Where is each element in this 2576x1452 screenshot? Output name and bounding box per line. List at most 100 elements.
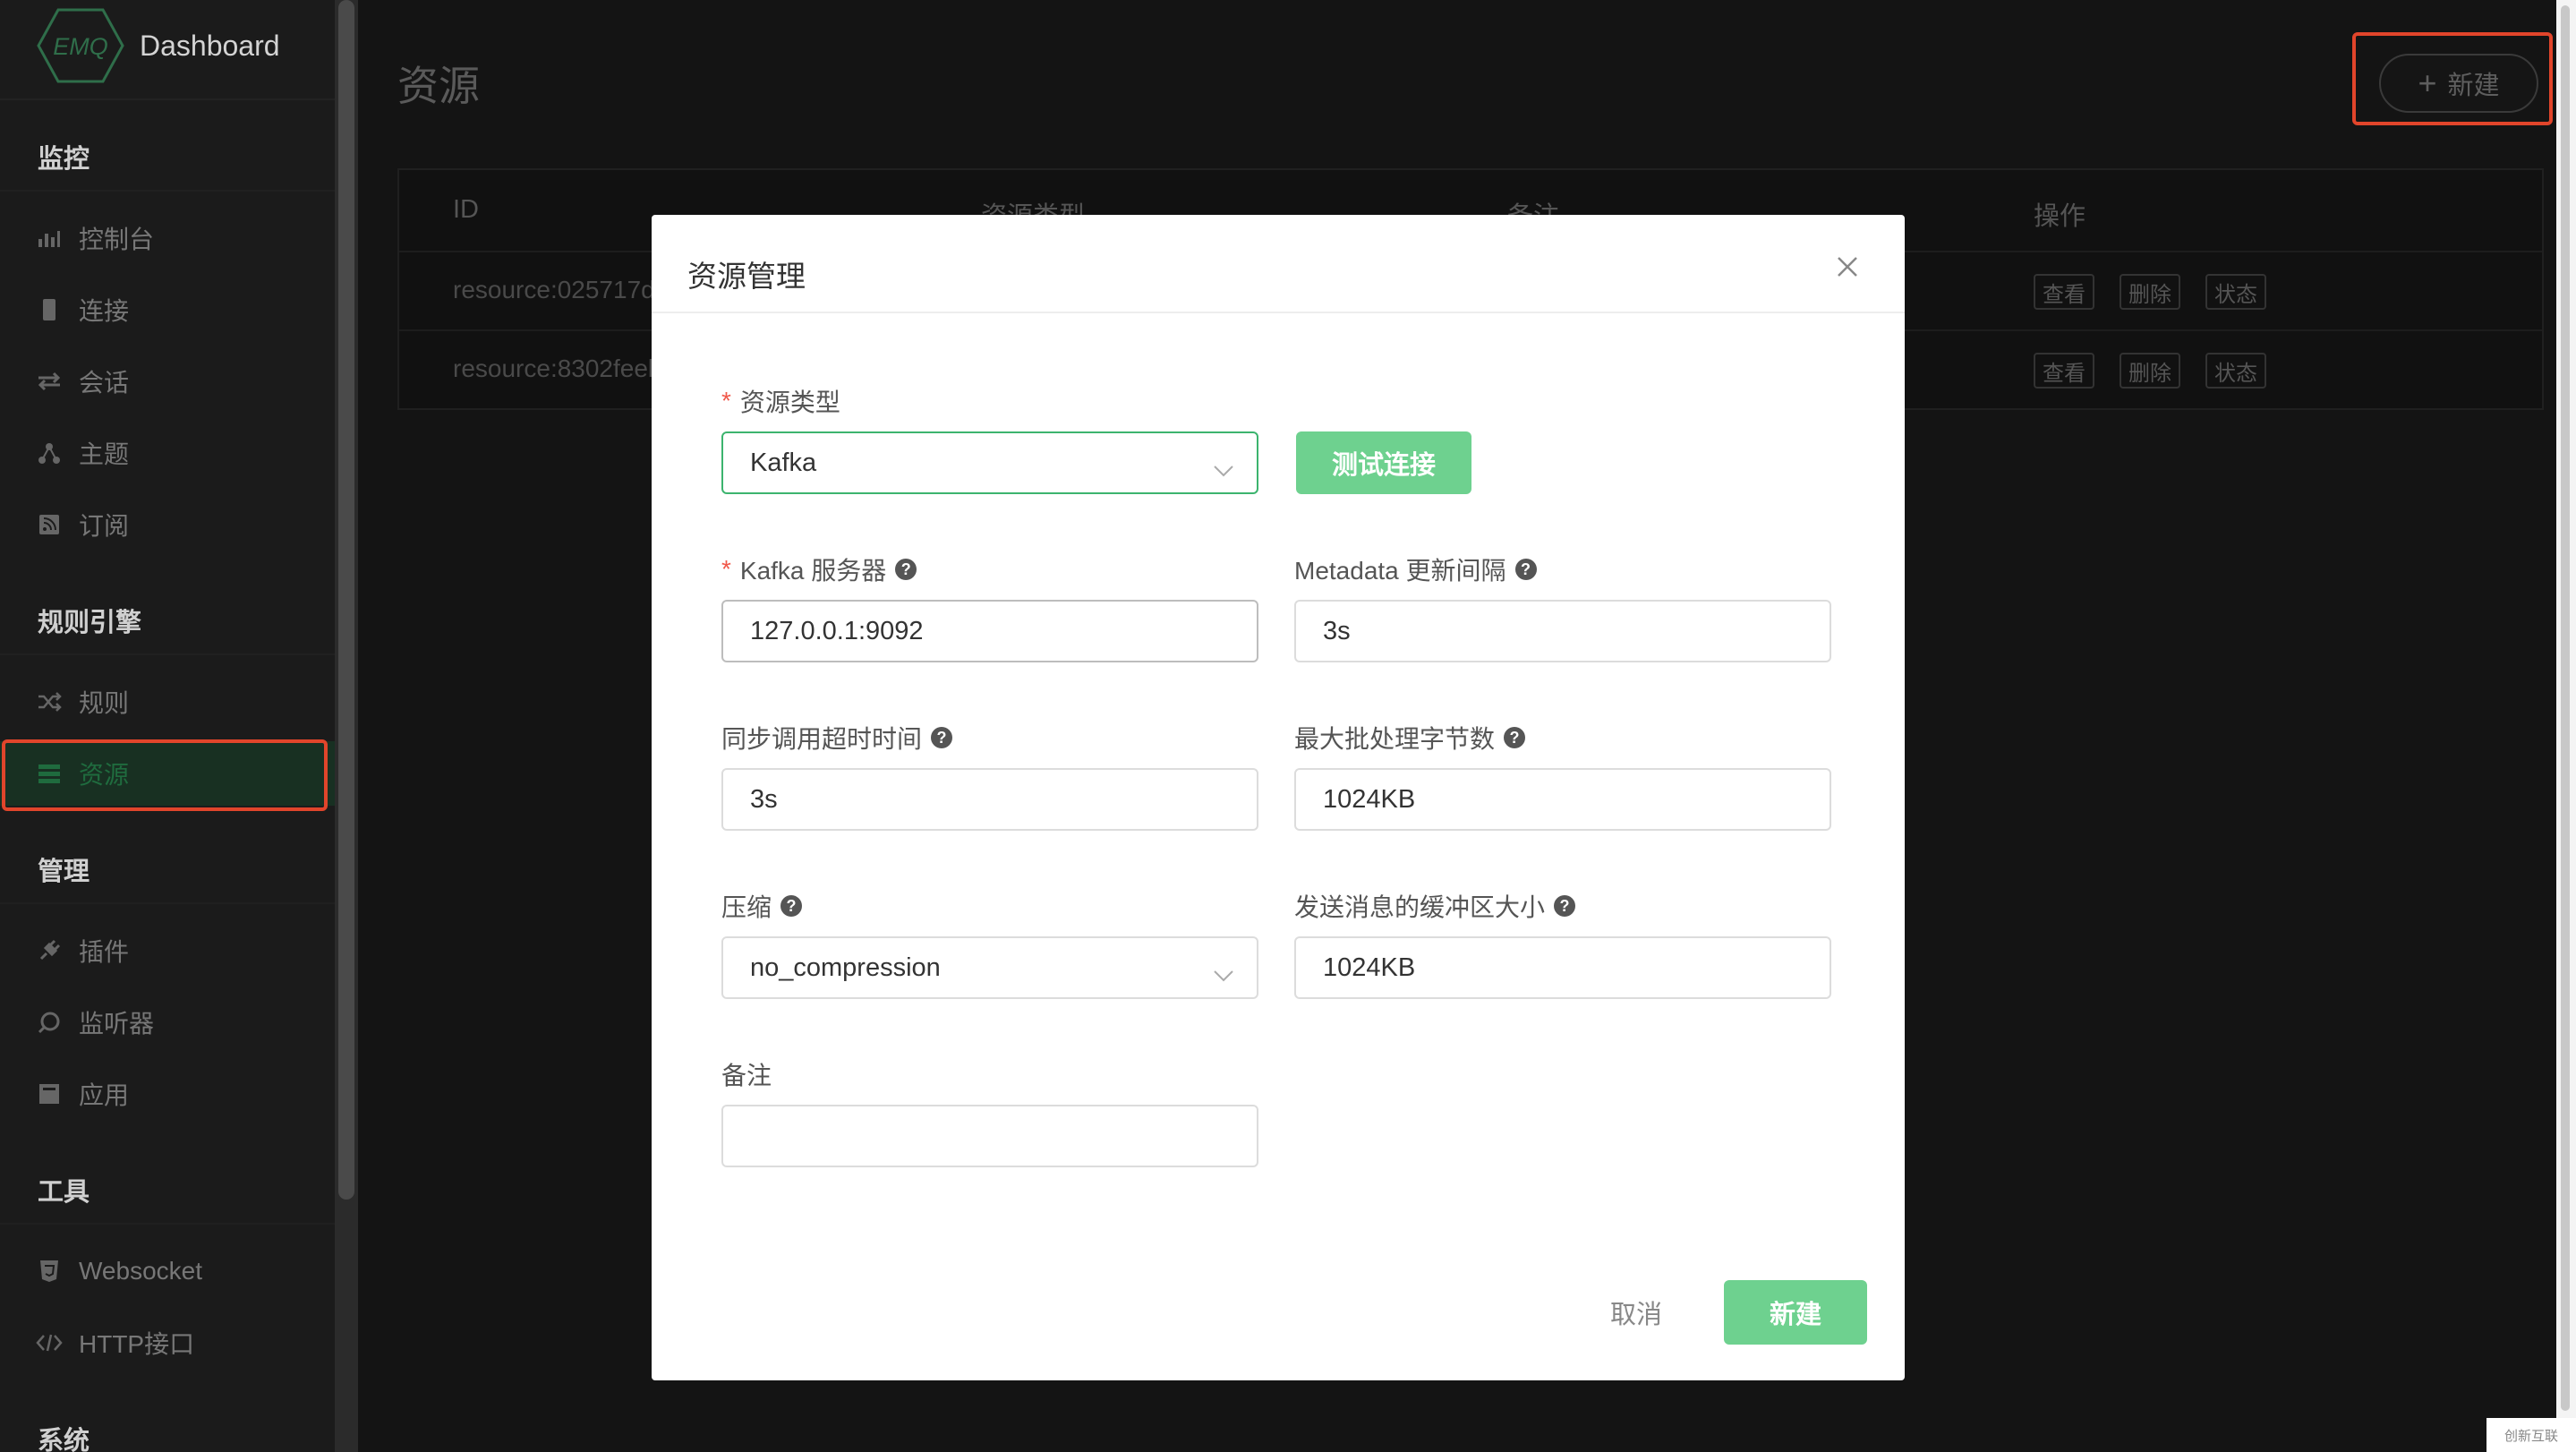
- sync-timeout-label-text: 同步调用超时时间: [721, 725, 923, 753]
- metadata-interval-value: 3s: [1323, 616, 1351, 645]
- sidebar-item-label: Websocket: [79, 1257, 202, 1285]
- resource-type-label-text: 资源类型: [739, 389, 840, 416]
- listener-icon: [36, 1009, 63, 1036]
- sync-timeout-input[interactable]: 3s: [721, 768, 1258, 831]
- html5-icon: [36, 1258, 63, 1285]
- max-batch-bytes-label: 最大批处理字节数 ?: [1294, 720, 1526, 756]
- sidebar-item-http-api[interactable]: HTTP接口: [0, 1311, 335, 1375]
- resource-type-select[interactable]: Kafka: [721, 431, 1258, 494]
- submit-button[interactable]: 新建: [1724, 1280, 1867, 1345]
- max-batch-bytes-value: 1024KB: [1323, 784, 1416, 814]
- required-mark: *: [721, 555, 731, 583]
- sidebar-item-label: 订阅: [79, 512, 130, 540]
- compression-label: 压缩 ?: [721, 888, 803, 924]
- kafka-server-label: * Kafka 服务器 ?: [721, 551, 917, 587]
- help-icon[interactable]: ?: [780, 895, 803, 917]
- watermark-text: 创新互联: [2503, 1428, 2558, 1444]
- sync-timeout-value: 3s: [750, 784, 778, 814]
- sidebar-item-topics[interactable]: 主题: [0, 421, 335, 485]
- page-title: 资源: [397, 63, 480, 109]
- sidebar-item-label: 控制台: [79, 226, 155, 253]
- compression-select[interactable]: no_compression: [721, 936, 1258, 999]
- send-buffer-label-text: 发送消息的缓冲区大小: [1294, 893, 1546, 921]
- metadata-interval-input[interactable]: 3s: [1294, 600, 1831, 662]
- status-button[interactable]: 状态: [2205, 274, 2266, 310]
- shuffle-icon: [36, 688, 63, 715]
- rss-icon: [36, 511, 63, 538]
- max-batch-bytes-input[interactable]: 1024KB: [1294, 768, 1831, 831]
- help-icon[interactable]: ?: [895, 559, 917, 580]
- view-button[interactable]: 查看: [2034, 274, 2094, 310]
- sidebar-item-plugins[interactable]: 插件: [0, 918, 335, 983]
- sidebar-item-subscriptions[interactable]: 订阅: [0, 492, 335, 557]
- sidebar-item-label: 规则: [79, 689, 130, 717]
- phone-icon: [36, 296, 63, 323]
- logo-mark-text: EMQ: [53, 33, 108, 60]
- metadata-interval-label: Metadata 更新间隔 ?: [1294, 551, 1537, 587]
- required-mark: *: [721, 387, 731, 414]
- status-button[interactable]: 状态: [2205, 353, 2266, 389]
- max-batch-bytes-label-text: 最大批处理字节数: [1294, 725, 1496, 753]
- divider: [0, 98, 335, 100]
- sidebar-item-rules[interactable]: 规则: [0, 670, 335, 734]
- divider: [652, 312, 1905, 313]
- divider: [0, 902, 335, 904]
- sidebar-item-label: 插件: [79, 938, 130, 966]
- column-header-id: ID: [453, 195, 479, 224]
- view-button[interactable]: 查看: [2034, 353, 2094, 389]
- logo[interactable]: EMQ Dashboard: [36, 5, 280, 86]
- compression-label-text: 压缩: [721, 893, 772, 921]
- kafka-server-input[interactable]: 127.0.0.1:9092: [721, 600, 1258, 662]
- chevron-down-icon: [1214, 455, 1233, 484]
- app-title: Dashboard: [140, 29, 280, 62]
- section-title-monitor: 监控: [38, 145, 90, 174]
- help-icon[interactable]: ?: [1504, 727, 1526, 748]
- sidebar-scrollbar-thumb[interactable]: [338, 0, 354, 1200]
- send-buffer-input[interactable]: 1024KB: [1294, 936, 1831, 999]
- dialog-title: 资源管理: [687, 260, 806, 293]
- row-id[interactable]: resource:8302feeb: [453, 354, 662, 383]
- remark-label-text: 备注: [721, 1062, 772, 1089]
- sidebar-item-listeners[interactable]: 监听器: [0, 990, 335, 1055]
- topic-icon: [36, 440, 63, 466]
- help-icon[interactable]: ?: [1514, 559, 1537, 580]
- resource-dialog: 资源管理 * 资源类型 Kafka 测试连接 * Kafka 服务器 ? 127…: [652, 215, 1905, 1380]
- resource-type-label: * 资源类型: [721, 383, 840, 419]
- help-icon[interactable]: ?: [1554, 895, 1576, 917]
- send-buffer-label: 发送消息的缓冲区大小 ?: [1294, 888, 1576, 924]
- test-connection-button[interactable]: 测试连接: [1296, 431, 1471, 494]
- sidebar-item-applications[interactable]: 应用: [0, 1062, 335, 1126]
- help-icon[interactable]: ?: [931, 727, 953, 748]
- sidebar-item-sessions[interactable]: 会话: [0, 349, 335, 414]
- divider: [0, 653, 335, 655]
- sidebar-item-label: 监听器: [79, 1010, 155, 1038]
- metadata-interval-label-text: Metadata 更新间隔: [1294, 557, 1506, 585]
- sidebar-item-label: 应用: [79, 1081, 130, 1109]
- chevron-down-icon: [1214, 960, 1233, 989]
- sidebar-item-websocket[interactable]: Websocket: [0, 1239, 335, 1303]
- row-id[interactable]: resource:025717d: [453, 276, 655, 304]
- delete-button[interactable]: 删除: [2120, 274, 2180, 310]
- sync-timeout-label: 同步调用超时时间 ?: [721, 720, 953, 756]
- sidebar-item-connections[interactable]: 连接: [0, 278, 335, 342]
- remark-input[interactable]: [721, 1105, 1258, 1167]
- send-buffer-value: 1024KB: [1323, 952, 1416, 982]
- close-icon[interactable]: [1831, 251, 1864, 283]
- resource-type-value: Kafka: [750, 448, 817, 477]
- new-button-highlight: [2352, 32, 2553, 125]
- page-scrollbar-thumb[interactable]: [2561, 5, 2570, 1411]
- bar-chart-icon: [36, 225, 63, 252]
- sidebar: EMQ Dashboard 监控 控制台 连接 会话 主题 订阅 规则引擎 规则…: [0, 0, 335, 1452]
- cancel-button[interactable]: 取消: [1581, 1280, 1692, 1345]
- sidebar-item-label: HTTP接口: [79, 1330, 195, 1358]
- emq-logo-icon: EMQ: [36, 6, 125, 85]
- sidebar-item-label: 会话: [79, 369, 130, 397]
- remark-label: 备注: [721, 1056, 772, 1092]
- active-item-highlight: [2, 739, 328, 811]
- sidebar-item-console[interactable]: 控制台: [0, 206, 335, 270]
- section-title-management: 管理: [38, 858, 90, 886]
- divider: [0, 190, 335, 192]
- delete-button[interactable]: 删除: [2120, 353, 2180, 389]
- column-header-actions: 操作: [2034, 202, 2086, 231]
- app-icon: [36, 1080, 63, 1107]
